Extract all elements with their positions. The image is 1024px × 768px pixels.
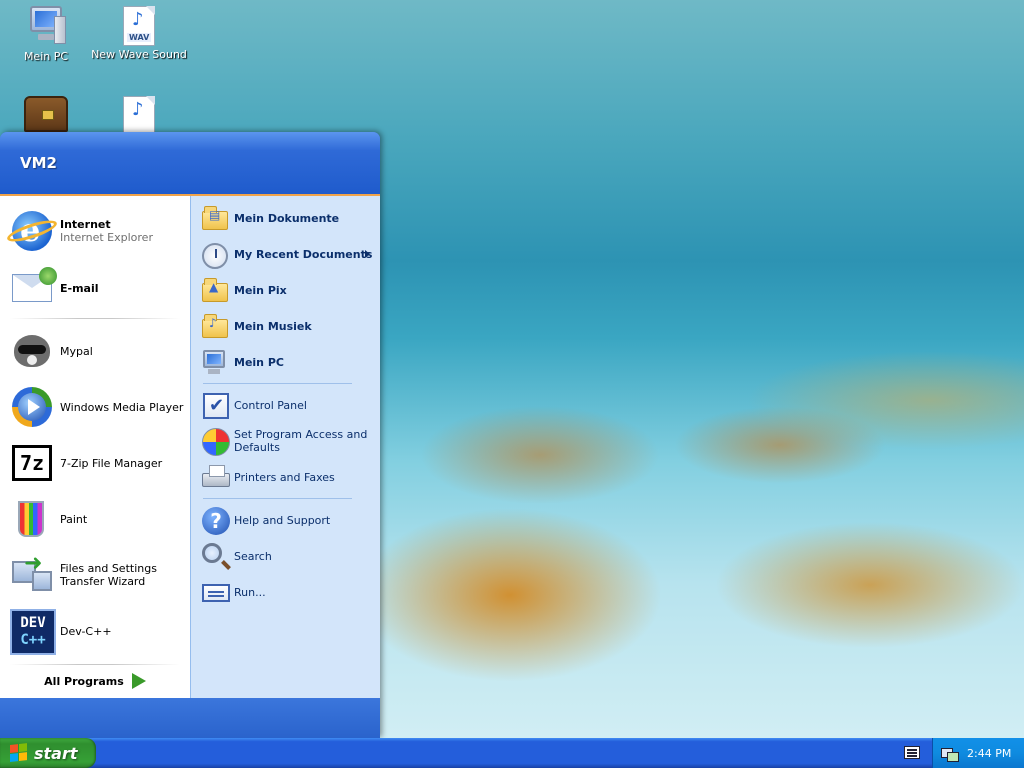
place-mein-pc[interactable]: Mein PC [191, 344, 380, 380]
place-label: Mein Pix [234, 283, 287, 297]
desktop-icon-mein-pc[interactable]: Mein PC [0, 4, 94, 63]
program-label: 7-Zip File Manager [60, 456, 163, 470]
pinned-internet-title: Internet [60, 218, 111, 231]
email-icon [8, 264, 57, 312]
desktop-icon-label: Mein PC [23, 50, 69, 63]
system-control-panel[interactable]: Control Panel [191, 387, 380, 423]
recent-documents-icon [199, 238, 231, 270]
green-arrow-icon [131, 673, 146, 689]
divider [10, 318, 180, 319]
transfer-wizard-icon: ➜ [8, 551, 56, 599]
7zip-icon: 7z [8, 439, 56, 487]
paint-icon [8, 495, 56, 543]
start-menu: VM2 e Internet Internet Explorer E-mail … [0, 132, 380, 738]
help-icon: ? [199, 504, 231, 536]
place-label: My Recent Documents [234, 247, 373, 261]
mypal-raccoon-icon [8, 327, 56, 375]
system-printers-faxes[interactable]: Printers and Faxes [191, 459, 380, 495]
place-mein-musiek[interactable]: ♪ Mein Musiek [191, 308, 380, 344]
system-label: Printers and Faxes [234, 470, 335, 484]
clock[interactable]: 2:44 PM [967, 747, 1011, 760]
program-label: Paint [60, 512, 88, 526]
place-my-recent-documents[interactable]: My Recent Documents [191, 236, 380, 272]
windows-logo-icon [10, 743, 28, 763]
computer-icon [199, 346, 231, 378]
user-name: VM2 [20, 154, 57, 172]
music-folder-icon: ♪ [199, 310, 231, 342]
pinned-email[interactable]: E-mail [0, 262, 190, 314]
system-label-line1: Set Program Access and [234, 428, 368, 441]
media-player-icon [8, 383, 56, 431]
all-programs-label: All Programs [44, 674, 124, 688]
place-label: Mein Dokumente [234, 211, 340, 225]
program-devcpp[interactable]: DEV C++ Dev-C++ [0, 603, 190, 659]
program-7zip[interactable]: 7z 7-Zip File Manager [0, 435, 190, 491]
internet-explorer-icon: e [5, 207, 59, 255]
program-access-icon [199, 425, 231, 457]
desktop-icon-label: New Wave Sound [91, 48, 187, 61]
run-icon [199, 576, 231, 608]
place-mein-dokumente[interactable]: ▤ Mein Dokumente [191, 200, 380, 236]
computer-icon [24, 4, 68, 48]
system-label-line2: Defaults [234, 441, 280, 454]
documents-folder-icon: ▤ [199, 202, 231, 234]
help-label: Search [234, 549, 272, 563]
start-menu-places: ▤ Mein Dokumente My Recent Documents ▲ M… [190, 196, 380, 698]
help-label: Help and Support [234, 513, 331, 527]
program-files-settings-transfer[interactable]: ➜ Files and Settings Transfer Wizard [0, 547, 190, 603]
system-tray: 2:44 PM [932, 738, 1024, 768]
network-icon[interactable] [941, 746, 959, 762]
program-windows-media-player[interactable]: Windows Media Player [0, 379, 190, 435]
search-icon [199, 540, 231, 572]
system-label: Control Panel [234, 398, 307, 412]
start-button[interactable]: start [0, 738, 96, 768]
pinned-internet-subtitle: Internet Explorer [60, 231, 153, 244]
search-item[interactable]: Search [191, 538, 380, 574]
wav-file-icon: ♪ WAV [123, 6, 155, 46]
taskbar: start 2:44 PM [0, 738, 1024, 768]
desktop-icon-chest[interactable] [0, 92, 94, 134]
start-menu-header: VM2 [0, 132, 380, 196]
control-panel-icon [199, 389, 231, 421]
program-mypal[interactable]: Mypal [0, 323, 190, 379]
pinned-email-title: E-mail [60, 281, 99, 295]
place-label: Mein PC [234, 355, 284, 369]
run-item[interactable]: Run... [191, 574, 380, 610]
help-and-support[interactable]: ? Help and Support [191, 502, 380, 538]
keyboard-icon[interactable] [904, 746, 920, 759]
place-label: Mein Musiek [234, 319, 312, 333]
devcpp-icon: DEV C++ [8, 607, 56, 655]
all-programs-button[interactable]: All Programs [0, 664, 190, 698]
start-menu-footer [0, 698, 380, 738]
program-label: Dev-C++ [60, 624, 112, 638]
divider [203, 498, 352, 499]
start-label: start [34, 743, 78, 763]
program-label-line1: Files and Settings [60, 562, 157, 575]
place-mein-pix[interactable]: ▲ Mein Pix [191, 272, 380, 308]
submenu-arrow-icon [365, 250, 370, 258]
program-label: Mypal [60, 344, 93, 358]
treasure-chest-icon [24, 96, 68, 132]
program-label-line2: Transfer Wizard [60, 575, 146, 588]
program-label: Windows Media Player [60, 400, 184, 414]
pictures-folder-icon: ▲ [199, 274, 231, 306]
help-label: Run... [234, 585, 266, 599]
divider [203, 383, 352, 384]
start-menu-programs: e Internet Internet Explorer E-mail Mypa… [0, 196, 190, 698]
desktop-icon-new-wave-sound[interactable]: ♪ WAV New Wave Sound [91, 6, 187, 61]
audio-file-icon: ♪ [123, 96, 155, 136]
program-paint[interactable]: Paint [0, 491, 190, 547]
pinned-internet[interactable]: e Internet Internet Explorer [0, 200, 190, 262]
system-set-program-access[interactable]: Set Program Access and Defaults [191, 423, 380, 459]
printer-icon [199, 461, 231, 493]
